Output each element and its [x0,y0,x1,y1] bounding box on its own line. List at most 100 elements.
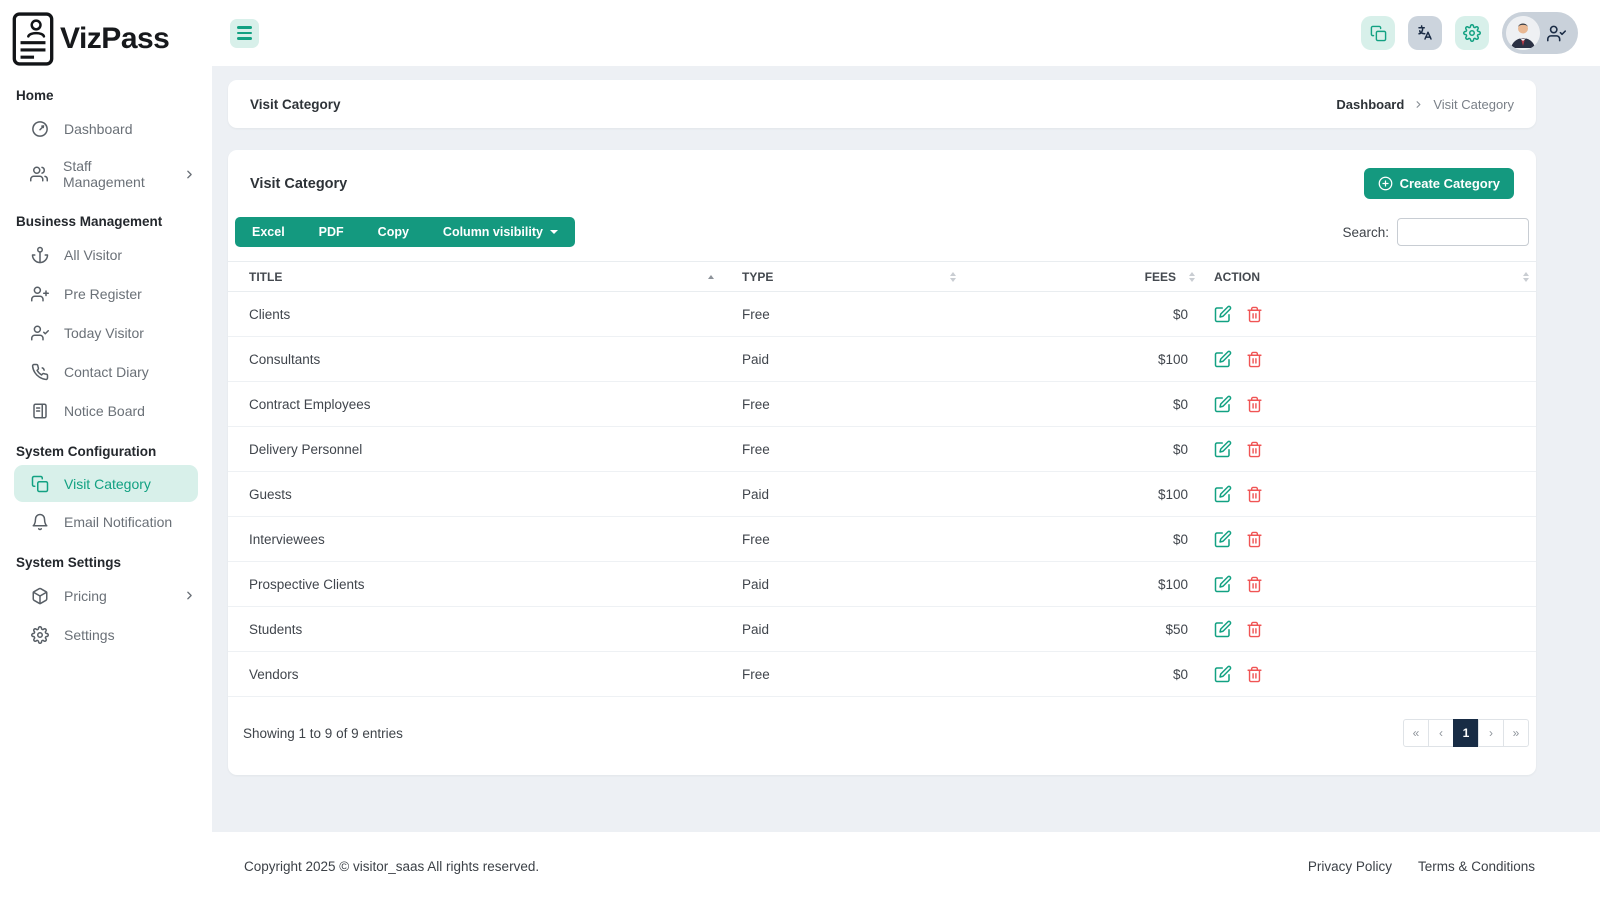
user-plus-icon [30,284,49,303]
cell-title: Guests [228,472,721,517]
sidebar-item-all-visitor[interactable]: All Visitor [0,235,212,274]
sort-icon [1523,272,1529,282]
package-icon [30,586,49,605]
edit-button[interactable] [1214,530,1232,548]
sidebar-item-pricing[interactable]: Pricing [0,576,212,615]
gear-icon [30,625,49,644]
edit-icon [1214,395,1232,413]
trash-icon [1246,486,1263,503]
cell-fees: $0 [963,382,1202,427]
copyright-text: Copyright 2025 © visitor_saas All rights… [244,859,539,874]
edit-button[interactable] [1214,305,1232,323]
delete-button[interactable] [1246,351,1263,368]
pagination-first-button[interactable]: « [1403,719,1429,747]
cell-type: Free [721,292,963,337]
cell-title: Contract Employees [228,382,721,427]
breadcrumb-current: Visit Category [1433,97,1514,112]
create-category-button[interactable]: Create Category [1364,168,1514,199]
edit-button[interactable] [1214,485,1232,503]
edit-button[interactable] [1214,350,1232,368]
column-visibility-button[interactable]: Column visibility [426,217,575,247]
cell-fees: $100 [963,472,1202,517]
terms-conditions-link[interactable]: Terms & Conditions [1418,859,1535,874]
menu-toggle-button[interactable] [230,19,259,48]
sidebar-item-dashboard[interactable]: Dashboard [0,109,212,148]
pagination-page-1-button[interactable]: 1 [1453,719,1479,747]
copy-icon [30,474,49,493]
privacy-policy-link[interactable]: Privacy Policy [1308,859,1392,874]
user-menu[interactable] [1502,12,1578,54]
edit-icon [1214,440,1232,458]
breadcrumb-dashboard-link[interactable]: Dashboard [1336,97,1404,112]
edit-button[interactable] [1214,665,1232,683]
pagination-previous-button[interactable]: ‹ [1428,719,1454,747]
cell-action [1202,517,1536,562]
export-excel-button[interactable]: Excel [235,217,302,247]
top-header [212,0,1600,66]
table-row: Interviewees Free $0 [228,517,1536,562]
export-copy-button[interactable]: Copy [361,217,426,247]
language-button[interactable] [1408,16,1442,50]
hamburger-icon [237,26,252,40]
entries-info: Showing 1 to 9 of 9 entries [243,726,403,741]
sidebar-item-staff-management[interactable]: Staff Management [0,148,212,200]
table-row: Clients Free $0 [228,292,1536,337]
cell-action [1202,427,1536,472]
sort-asc-icon [708,275,714,279]
user-check-icon [30,323,49,342]
edit-button[interactable] [1214,620,1232,638]
trash-icon [1246,441,1263,458]
chevron-right-icon [1413,99,1424,110]
trash-icon [1246,351,1263,368]
column-header-title[interactable]: TITLE [228,262,721,292]
sidebar-item-pre-register[interactable]: Pre Register [0,274,212,313]
sidebar-item-contact-diary[interactable]: Contact Diary [0,352,212,391]
delete-button[interactable] [1246,441,1263,458]
sidebar-item-notice-board[interactable]: Notice Board [0,391,212,430]
page-title: Visit Category [250,97,341,112]
delete-button[interactable] [1246,486,1263,503]
pagination-last-button[interactable]: » [1503,719,1529,747]
brand-logo[interactable]: VizPass [0,0,212,74]
settings-button[interactable] [1455,16,1489,50]
visit-category-table: TITLE TYPE FEES [228,261,1536,697]
nav-section-business: Business Management [0,200,212,235]
export-pdf-button[interactable]: PDF [302,217,361,247]
page-content: Visit Category Dashboard Visit Category … [212,66,1600,832]
edit-button[interactable] [1214,440,1232,458]
cell-fees: $0 [963,652,1202,697]
delete-button[interactable] [1246,396,1263,413]
column-header-type[interactable]: TYPE [721,262,963,292]
sidebar-item-email-notification[interactable]: Email Notification [0,502,212,541]
delete-button[interactable] [1246,666,1263,683]
pagination-next-button[interactable]: › [1478,719,1504,747]
cell-action [1202,562,1536,607]
clipboard-copy-button[interactable] [1361,16,1395,50]
cell-type: Free [721,382,963,427]
edit-icon [1214,530,1232,548]
main-column: Visit Category Dashboard Visit Category … [212,0,1600,900]
delete-button[interactable] [1246,576,1263,593]
sidebar-item-visit-category[interactable]: Visit Category [14,465,198,502]
pagination: « ‹ 1 › » [1403,719,1529,747]
gear-icon [1463,24,1481,42]
sidebar-item-today-visitor[interactable]: Today Visitor [0,313,212,352]
edit-button[interactable] [1214,395,1232,413]
footer-links: Privacy Policy Terms & Conditions [1308,859,1535,874]
delete-button[interactable] [1246,621,1263,638]
cell-type: Paid [721,472,963,517]
translate-icon [1416,24,1434,42]
column-label: TYPE [742,270,773,284]
column-header-action[interactable]: ACTION [1202,262,1536,292]
trash-icon [1246,396,1263,413]
table-row: Consultants Paid $100 [228,337,1536,382]
delete-button[interactable] [1246,531,1263,548]
copy-icon [1370,25,1387,42]
user-check-icon [1547,24,1566,43]
delete-button[interactable] [1246,306,1263,323]
search-input[interactable] [1397,218,1529,246]
sidebar-item-settings[interactable]: Settings [0,615,212,654]
edit-button[interactable] [1214,575,1232,593]
table-row: Prospective Clients Paid $100 [228,562,1536,607]
column-header-fees[interactable]: FEES [963,262,1202,292]
